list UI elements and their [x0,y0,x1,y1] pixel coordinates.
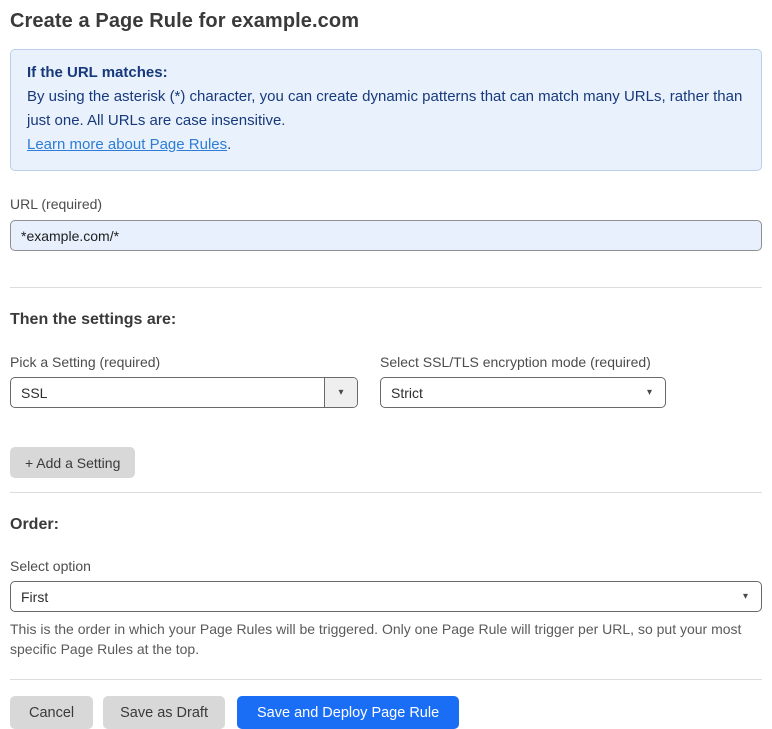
save-and-deploy-button[interactable]: Save and Deploy Page Rule [236,696,460,729]
page-title: Create a Page Rule for example.com [10,10,360,32]
save-as-draft-button[interactable]: Save as Draft [103,696,225,729]
url-match-info-callout: If the URL matches: By using the asteris… [10,49,762,171]
cancel-button[interactable]: Cancel [10,696,94,729]
divider [10,679,762,680]
chevron-down-icon[interactable]: ▾ [324,378,357,407]
info-callout-body: By using the asterisk (*) character, you… [27,88,743,129]
learn-more-link[interactable]: Learn more about Page Rules [27,136,227,153]
setting-picker-dropdown[interactable]: SSL ▾ [10,377,358,408]
info-callout-heading: If the URL matches: [27,64,168,81]
setting-picker-value: SSL [21,384,48,401]
setting-picker-group: Pick a Setting (required) SSL ▾ [10,354,358,408]
order-section-heading: Order: [10,516,59,533]
ssl-mode-picker-label: Select SSL/TLS encryption mode (required… [380,354,651,370]
order-value: First [21,588,49,605]
order-help-text: This is the order in which your Page Rul… [10,621,742,657]
settings-section-heading: Then the settings are: [10,311,177,328]
info-callout-link-line: Learn more about Page Rules. [27,133,745,157]
ssl-mode-picker-group: Select SSL/TLS encryption mode (required… [380,354,666,408]
url-field-label: URL (required) [10,196,103,212]
order-select-label: Select option [10,558,91,574]
divider [10,287,762,288]
form-action-row: Cancel Save as Draft Save and Deploy Pag… [10,696,762,729]
link-period: . [227,136,232,153]
create-page-rule-form: Create a Page Rule for example.com If th… [0,0,772,729]
setting-picker-label: Pick a Setting (required) [10,354,161,370]
ssl-mode-dropdown[interactable]: Strict ▾ [380,377,666,408]
ssl-mode-value: Strict [391,384,423,401]
order-dropdown[interactable]: First ▾ [10,581,762,612]
divider [10,492,762,493]
chevron-down-icon: ▾ [742,590,748,602]
add-setting-button[interactable]: + Add a Setting [10,447,136,478]
url-input[interactable] [10,220,762,251]
settings-pickers-row: Pick a Setting (required) SSL ▾ Select S… [10,354,762,408]
chevron-down-icon: ▾ [646,386,652,398]
